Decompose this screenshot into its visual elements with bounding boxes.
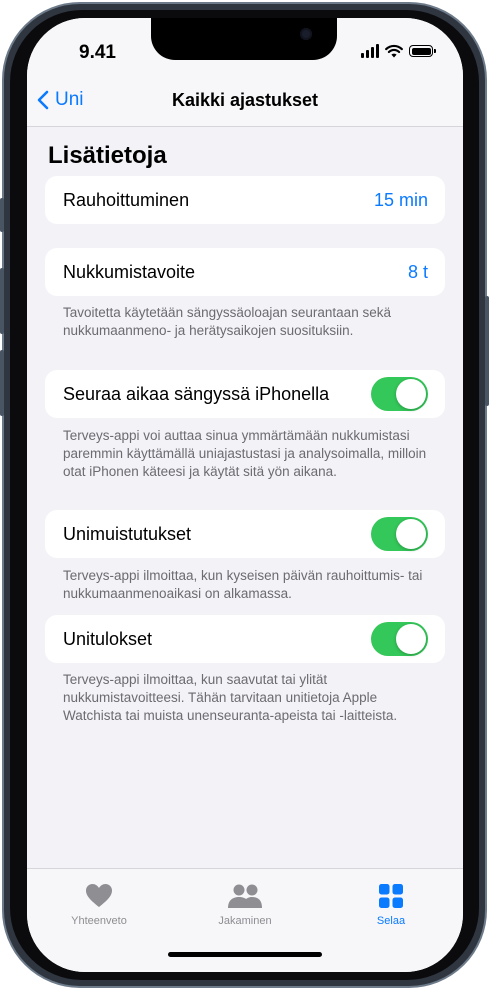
- silent-switch: [0, 198, 4, 232]
- sleep-goal-label: Nukkumistavoite: [63, 261, 196, 282]
- track-iphone-toggle[interactable]: [371, 377, 428, 411]
- wind-down-label: Rauhoittuminen: [63, 189, 190, 210]
- wind-down-row[interactable]: Rauhoittuminen 15 min: [45, 176, 445, 224]
- tab-summary[interactable]: Yhteenveto: [49, 883, 149, 927]
- toggle-knob: [396, 379, 426, 409]
- sleep-goal-value: 8 t: [407, 261, 428, 282]
- volume-down-button: [0, 350, 4, 416]
- cellular-signal-icon: [361, 44, 379, 58]
- sleep-reminders-row: Unimuistutukset: [45, 510, 445, 558]
- tab-summary-label: Yhteenveto: [71, 915, 127, 927]
- notch: [151, 18, 337, 60]
- tab-sharing[interactable]: Jakaminen: [195, 883, 295, 927]
- volume-up-button: [0, 268, 4, 334]
- track-iphone-label: Seuraa aikaa sängyssä iPhonella: [63, 383, 330, 404]
- heart-icon: [86, 884, 112, 907]
- status-time: 9.41: [79, 42, 116, 63]
- page-title: Kaikki ajastukset: [171, 90, 319, 110]
- sleep-reminders-label: Unimuistutukset: [63, 523, 192, 544]
- front-camera: [300, 28, 312, 40]
- sleep-results-toggle[interactable]: [371, 622, 428, 656]
- tab-browse[interactable]: Selaa: [341, 883, 441, 927]
- status-icons: [361, 44, 436, 58]
- sleep-goal-row[interactable]: Nukkumistavoite 8 t: [45, 248, 445, 296]
- side-button: [485, 296, 489, 406]
- navigation-bar: 9.41 Uni Kaikki ajastukset: [27, 18, 463, 127]
- people-icon: [228, 884, 262, 908]
- wind-down-value: 15 min: [373, 189, 428, 210]
- sleep-results-note: Terveys-appi ilmoittaa, kun saavutat tai…: [63, 672, 398, 723]
- screen: 9.41 Uni Kaikki ajastukset Lisätietoja R…: [27, 18, 463, 972]
- sleep-goal-note: Tavoitetta käytetään sängyssäoloajan seu…: [63, 305, 391, 338]
- toggle-knob: [396, 519, 426, 549]
- sleep-results-label: Unitulokset: [63, 628, 153, 649]
- grid-icon: [379, 884, 403, 908]
- tab-browse-label: Selaa: [376, 915, 406, 927]
- track-iphone-note: Terveys-appi voi auttaa sinua ymmärtämää…: [63, 428, 427, 479]
- toggle-knob: [396, 624, 426, 654]
- section-title: Lisätietoja: [48, 142, 167, 169]
- home-indicator[interactable]: [168, 952, 322, 957]
- wifi-icon: [385, 44, 403, 58]
- sleep-results-row: Unitulokset: [45, 615, 445, 663]
- tab-sharing-label: Jakaminen: [218, 915, 272, 927]
- sleep-reminders-note: Terveys-appi ilmoittaa, kun kyseisen päi…: [63, 568, 423, 601]
- battery-icon: [409, 45, 436, 57]
- track-iphone-row: Seuraa aikaa sängyssä iPhonella: [45, 370, 445, 418]
- sleep-reminders-toggle[interactable]: [371, 517, 428, 551]
